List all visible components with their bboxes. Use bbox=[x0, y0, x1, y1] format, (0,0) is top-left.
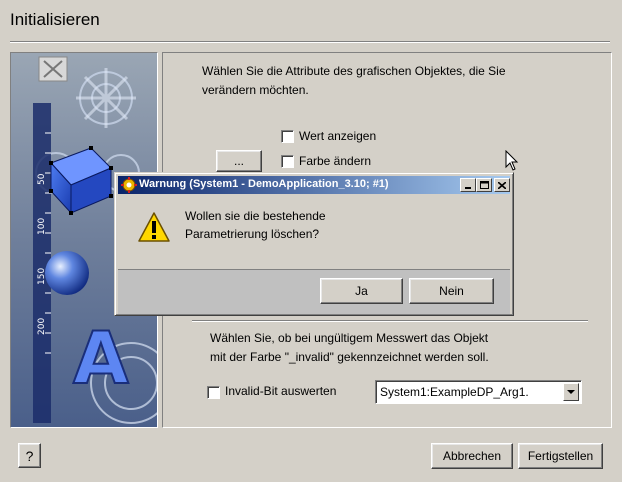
maximize-button[interactable] bbox=[476, 178, 492, 192]
cancel-button[interactable]: Abbrechen bbox=[431, 443, 513, 469]
checkbox-label: Farbe ändern bbox=[299, 154, 372, 168]
mouse-cursor-icon bbox=[505, 150, 519, 171]
dialog-titlebar[interactable]: Warnung (System1 - DemoApplication_3.10;… bbox=[118, 176, 510, 194]
no-button[interactable]: Nein bbox=[409, 278, 494, 304]
ruler-label: 50 bbox=[37, 173, 47, 185]
finish-button[interactable]: Fertigstellen bbox=[518, 443, 603, 469]
checkbox-label: Invalid-Bit auswerten bbox=[225, 384, 337, 398]
title-divider bbox=[10, 41, 610, 43]
invalid-text-1: Wählen Sie, ob bei ungültigem Messwert d… bbox=[210, 331, 489, 345]
app-gear-icon bbox=[121, 177, 137, 193]
dialog-message-1: Wollen sie die bestehende bbox=[185, 209, 326, 223]
ruler-label: 200 bbox=[37, 318, 47, 335]
dialog-message-2: Parametrierung löschen? bbox=[185, 227, 320, 241]
dialog-button-bar: Ja Nein bbox=[118, 269, 510, 314]
chevron-down-icon[interactable] bbox=[563, 383, 579, 401]
close-button[interactable] bbox=[494, 178, 510, 192]
warning-dialog: Warnung (System1 - DemoApplication_3.10;… bbox=[114, 172, 514, 316]
instruction-text-1: Wählen Sie die Attribute des grafischen … bbox=[202, 64, 506, 78]
help-button[interactable]: ? bbox=[18, 443, 41, 468]
dp-select-value: System1:ExampleDP_Arg1. bbox=[380, 385, 529, 399]
maximize-icon bbox=[479, 181, 489, 189]
svg-text:A: A bbox=[73, 316, 129, 400]
minimize-icon bbox=[465, 187, 471, 189]
yes-button[interactable]: Ja bbox=[320, 278, 403, 304]
close-icon bbox=[498, 181, 506, 189]
section-divider bbox=[192, 320, 588, 322]
checkbox-wert-anzeigen[interactable] bbox=[281, 130, 294, 143]
wizard-title: Initialisieren bbox=[10, 10, 100, 29]
checkbox-farbe-aendern[interactable] bbox=[281, 155, 294, 168]
minimize-button[interactable] bbox=[460, 178, 476, 192]
checkbox-invalid-bit[interactable] bbox=[207, 386, 220, 399]
instruction-text-2: verändern möchten. bbox=[202, 83, 309, 97]
dialog-title: Warnung (System1 - DemoApplication_3.10;… bbox=[139, 178, 389, 190]
dp-select[interactable]: System1:ExampleDP_Arg1. bbox=[375, 380, 582, 404]
checkbox-label: Wert anzeigen bbox=[299, 129, 377, 143]
warning-icon bbox=[138, 212, 170, 242]
ruler-label: 100 bbox=[37, 218, 47, 235]
ellipsis-button[interactable]: ... bbox=[216, 150, 262, 172]
invalid-text-2: mit der Farbe "_invalid" gekennzeichnet … bbox=[210, 350, 489, 364]
